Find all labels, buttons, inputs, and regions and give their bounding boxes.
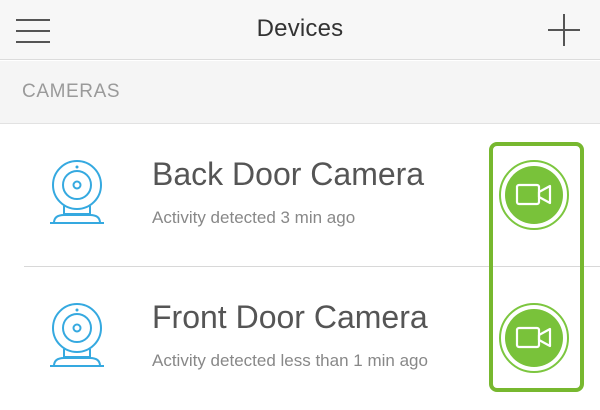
device-status: Activity detected 3 min ago (152, 208, 356, 227)
device-row-back-door-camera[interactable]: Back Door Camera Activity detected 3 min… (0, 124, 600, 266)
live-video-button[interactable] (499, 303, 569, 373)
device-name: Back Door Camera (152, 156, 425, 192)
video-camera-icon (515, 326, 552, 349)
device-name: Front Door Camera (152, 299, 428, 335)
top-navigation-bar: Devices (0, 0, 600, 60)
live-video-button[interactable] (499, 160, 569, 230)
add-device-button[interactable] (546, 12, 582, 48)
video-camera-icon (515, 183, 552, 206)
device-status: Activity detected less than 1 min ago (152, 351, 428, 370)
page-title: Devices (256, 15, 344, 42)
section-header-cameras: CAMERAS (0, 61, 600, 124)
camera-device-icon (46, 302, 108, 374)
device-row-front-door-camera[interactable]: Front Door Camera Activity detected less… (0, 267, 600, 409)
section-label: CAMERAS (22, 81, 121, 102)
camera-device-icon (46, 159, 108, 231)
